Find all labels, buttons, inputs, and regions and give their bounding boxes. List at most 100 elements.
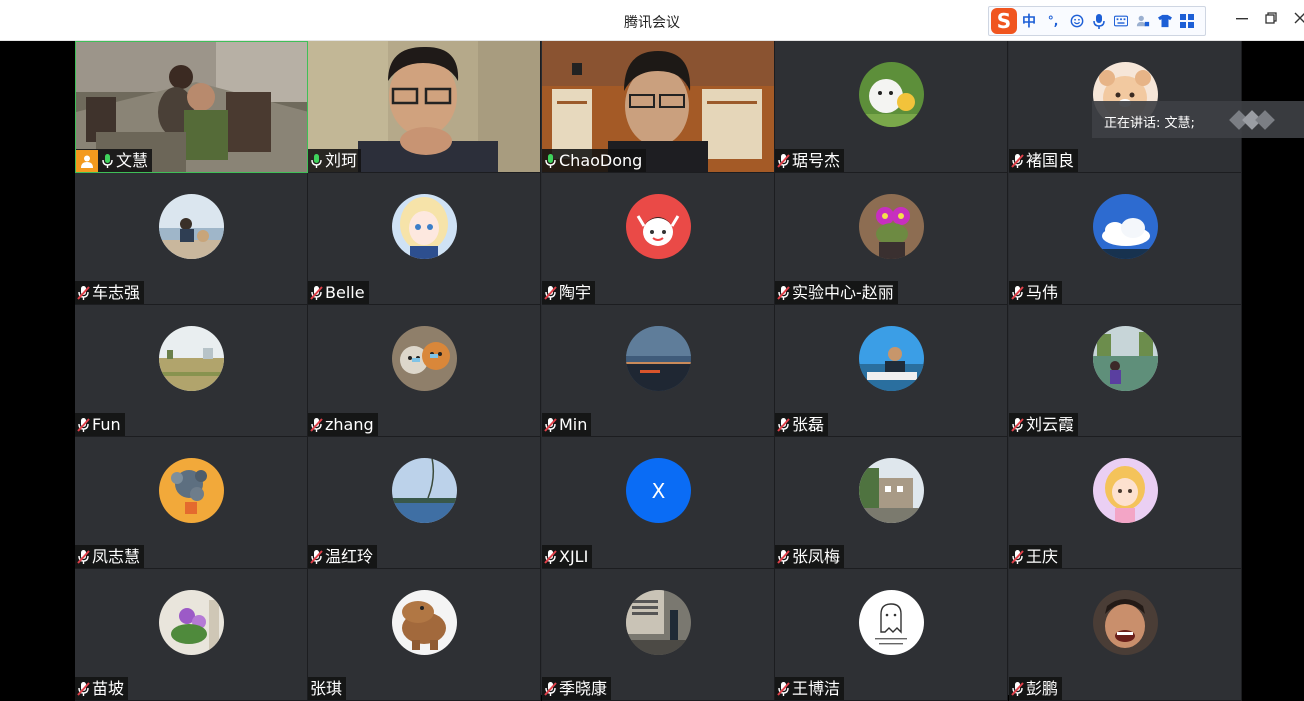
participant-tile[interactable]: 琚号杰 bbox=[775, 41, 1008, 173]
participant-tile[interactable]: 车志强 bbox=[75, 173, 308, 305]
microphone-muted-icon bbox=[310, 417, 323, 432]
participant-name: 刘云霞 bbox=[1026, 415, 1075, 434]
participant-tile[interactable]: 文慧 bbox=[75, 41, 308, 173]
participant-nametag: Min bbox=[542, 413, 592, 436]
participant-nametag: 车志强 bbox=[75, 281, 145, 304]
participant-tile[interactable]: 张磊 bbox=[775, 305, 1008, 437]
participant-tile[interactable]: 温红玲 bbox=[308, 437, 541, 569]
participant-avatar bbox=[159, 326, 224, 391]
participant-name: 文慧 bbox=[116, 151, 149, 170]
apps-icon[interactable] bbox=[1180, 14, 1194, 28]
participant-avatar bbox=[392, 590, 457, 655]
microphone-muted-icon bbox=[77, 417, 90, 432]
microphone-muted-icon bbox=[1011, 285, 1024, 300]
participant-tile[interactable]: 凤志慧 bbox=[75, 437, 308, 569]
title-bar: 腾讯会议 S 中 °, bbox=[0, 0, 1304, 41]
participant-name: 张磊 bbox=[792, 415, 825, 434]
participant-name: 马伟 bbox=[1026, 283, 1059, 302]
participant-nametag: 陶宇 bbox=[542, 281, 596, 304]
microphone-muted-icon bbox=[777, 285, 790, 300]
restore-button[interactable] bbox=[1261, 10, 1281, 28]
participant-name: 凤志慧 bbox=[92, 547, 141, 566]
ime-mode-toggle[interactable]: 中 bbox=[1022, 11, 1036, 31]
microphone-on-icon bbox=[545, 153, 556, 168]
participant-name: 季晓康 bbox=[559, 679, 608, 698]
speaking-decoration-icon bbox=[1255, 110, 1275, 130]
participant-tile[interactable]: Min bbox=[542, 305, 775, 437]
minimize-icon bbox=[1236, 18, 1248, 20]
participant-tile[interactable]: zhang bbox=[308, 305, 541, 437]
participant-tile[interactable]: 刘云霞 bbox=[1009, 305, 1242, 437]
participant-nametag: 温红玲 bbox=[308, 545, 378, 568]
participant-name: 温红玲 bbox=[325, 547, 374, 566]
participant-tile[interactable]: 实验中心-赵丽 bbox=[775, 173, 1008, 305]
sogou-logo-icon[interactable]: S bbox=[991, 8, 1017, 34]
close-button[interactable] bbox=[1290, 10, 1304, 28]
participant-tile[interactable]: 马伟 bbox=[1009, 173, 1242, 305]
participant-tile[interactable]: ChaoDong bbox=[542, 41, 775, 173]
minimize-button[interactable] bbox=[1232, 10, 1252, 28]
microphone-muted-icon bbox=[777, 417, 790, 432]
microphone-muted-icon bbox=[544, 417, 557, 432]
microphone-muted-icon bbox=[310, 285, 323, 300]
participant-tile[interactable]: Belle bbox=[308, 173, 541, 305]
microphone-muted-icon bbox=[1011, 417, 1024, 432]
participant-name: zhang bbox=[325, 415, 374, 434]
participant-nametag: 实验中心-赵丽 bbox=[775, 281, 898, 304]
close-icon bbox=[1294, 12, 1304, 24]
participant-avatar bbox=[392, 458, 457, 523]
participant-name: 褚国良 bbox=[1026, 151, 1075, 170]
microphone-muted-icon bbox=[1011, 681, 1024, 696]
participant-tile[interactable]: Fun bbox=[75, 305, 308, 437]
participant-name: 车志强 bbox=[92, 283, 141, 302]
participant-nametag: 琚号杰 bbox=[775, 149, 845, 172]
participant-tile[interactable]: 陶宇 bbox=[542, 173, 775, 305]
microphone-icon[interactable] bbox=[1092, 14, 1106, 29]
participant-name: Min bbox=[559, 415, 588, 434]
ime-toolbar[interactable]: S 中 °, bbox=[988, 6, 1206, 36]
microphone-muted-icon bbox=[1011, 549, 1024, 564]
participant-nametag: 王博洁 bbox=[775, 677, 845, 700]
participant-tile[interactable]: 刘珂 bbox=[308, 41, 541, 173]
participant-avatar bbox=[392, 326, 457, 391]
participant-name: 彭鹏 bbox=[1026, 679, 1059, 698]
participant-tile[interactable]: 苗坡 bbox=[75, 569, 308, 701]
participant-nametag: 刘云霞 bbox=[1009, 413, 1079, 436]
participant-tile[interactable]: 王博洁 bbox=[775, 569, 1008, 701]
microphone-muted-icon bbox=[544, 285, 557, 300]
participant-tile[interactable]: 张凤梅 bbox=[775, 437, 1008, 569]
microphone-muted-icon bbox=[310, 549, 323, 564]
participant-name: 实验中心-赵丽 bbox=[792, 283, 894, 302]
participant-name: 张琪 bbox=[310, 679, 343, 698]
participant-tile[interactable]: X XJLI bbox=[542, 437, 775, 569]
participant-nametag: zhang bbox=[308, 413, 378, 436]
participant-avatar bbox=[859, 458, 924, 523]
participant-name: ChaoDong bbox=[559, 151, 643, 170]
microphone-muted-icon bbox=[1011, 153, 1024, 168]
participant-nametag: 刘珂 bbox=[308, 149, 362, 172]
participant-avatar bbox=[1093, 458, 1158, 523]
participant-nametag: Fun bbox=[75, 413, 125, 436]
skin-icon[interactable] bbox=[1158, 14, 1172, 28]
participant-grid: 文慧 刘珂 ChaoDong 琚号杰 褚国良车志强 Belle 陶宇 实验中心-赵丽 马伟 Fun… bbox=[75, 41, 1242, 701]
emoji-icon[interactable] bbox=[1070, 14, 1084, 28]
punctuation-toggle[interactable]: °, bbox=[1044, 14, 1062, 28]
keyboard-icon[interactable] bbox=[1114, 14, 1128, 28]
participant-nametag: XJLI bbox=[542, 545, 593, 568]
participant-tile[interactable]: 张琪 bbox=[308, 569, 541, 701]
participant-name: 刘珂 bbox=[325, 151, 358, 170]
participant-nametag: 苗坡 bbox=[75, 677, 129, 700]
speaking-indicator: 正在讲话: 文慧; bbox=[1092, 101, 1304, 138]
participant-avatar bbox=[859, 194, 924, 259]
participant-avatar bbox=[626, 194, 691, 259]
restore-icon bbox=[1265, 12, 1277, 24]
participant-avatar bbox=[859, 326, 924, 391]
participant-avatar bbox=[392, 194, 457, 259]
participant-name: 琚号杰 bbox=[792, 151, 841, 170]
user-tools-icon[interactable] bbox=[1136, 14, 1150, 28]
participant-tile[interactable]: 彭鹏 bbox=[1009, 569, 1242, 701]
participant-tile[interactable]: 王庆 bbox=[1009, 437, 1242, 569]
participant-nametag: ChaoDong bbox=[542, 149, 647, 172]
participant-tile[interactable]: 季晓康 bbox=[542, 569, 775, 701]
participant-avatar bbox=[859, 62, 924, 127]
